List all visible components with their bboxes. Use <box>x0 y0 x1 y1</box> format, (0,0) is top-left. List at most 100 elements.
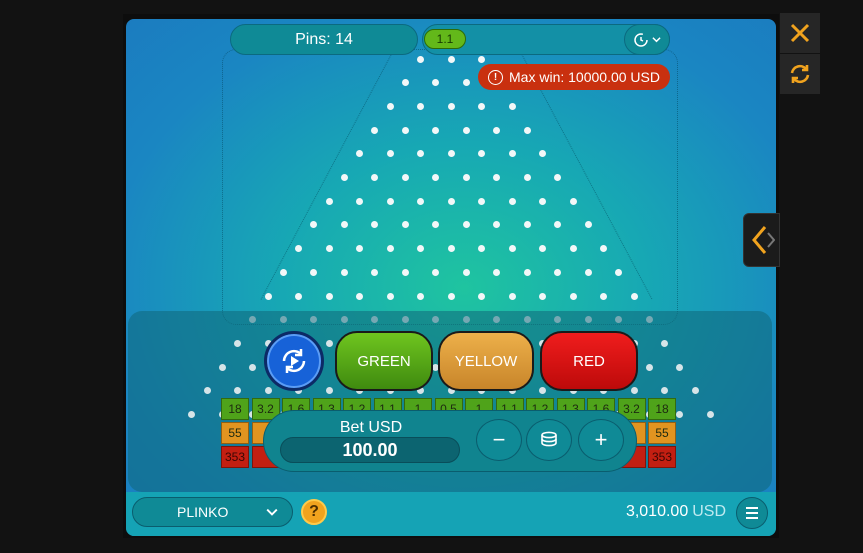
bet-amount[interactable]: 100.00 <box>280 437 460 463</box>
pin <box>325 245 333 253</box>
board-outline <box>222 49 678 325</box>
pin <box>432 126 440 134</box>
close-icon <box>790 23 810 43</box>
pin <box>386 102 394 110</box>
bet-coins-button[interactable] <box>526 419 572 461</box>
pin <box>340 268 348 276</box>
pin <box>539 197 546 205</box>
pin <box>371 268 379 276</box>
pins-selector[interactable]: Pins: 14 <box>230 24 418 55</box>
pin <box>401 268 409 276</box>
autoplay-icon <box>282 349 306 373</box>
pin <box>539 292 546 300</box>
pin <box>417 292 424 300</box>
bet-decrease-button[interactable]: − <box>476 419 522 461</box>
close-button[interactable] <box>780 13 820 53</box>
red-button[interactable]: RED <box>540 331 638 391</box>
pin <box>325 292 333 300</box>
pin <box>203 387 211 395</box>
pin <box>401 174 409 181</box>
pin <box>386 197 394 205</box>
pin <box>417 197 424 205</box>
pin <box>371 126 379 134</box>
game-selector[interactable]: PLINKO <box>132 497 293 527</box>
chevron-down-icon <box>266 508 278 516</box>
pin <box>523 268 531 276</box>
yellow-button[interactable]: YELLOW <box>438 331 534 391</box>
pin <box>478 102 485 110</box>
pin <box>462 268 470 276</box>
multiplier-red: 353 <box>648 446 676 468</box>
pin <box>356 197 363 205</box>
pin <box>218 363 226 371</box>
pin <box>554 268 562 276</box>
history-icon <box>634 32 648 47</box>
pin <box>340 174 348 181</box>
pin <box>508 150 516 158</box>
bet-increase-button[interactable]: + <box>578 419 624 461</box>
multiplier-orange: 55 <box>221 422 249 444</box>
game-name: PLINKO <box>177 504 229 520</box>
pin <box>447 197 455 205</box>
chevron-down-icon <box>652 37 661 43</box>
pin <box>386 292 394 300</box>
pin <box>478 55 485 63</box>
pin <box>264 387 272 395</box>
green-button[interactable]: GREEN <box>335 331 433 391</box>
help-button[interactable]: ? <box>301 499 327 525</box>
side-panel-toggle[interactable] <box>743 213 780 267</box>
pin <box>630 292 638 300</box>
pin <box>462 174 470 181</box>
multiplier-red: 353 <box>221 446 249 468</box>
pin <box>523 174 531 181</box>
pin <box>386 150 394 158</box>
pin <box>279 268 287 276</box>
pin <box>417 55 424 63</box>
warning-icon: ! <box>488 69 504 85</box>
pin <box>584 268 592 276</box>
pin <box>386 245 394 253</box>
pin <box>493 268 501 276</box>
pin <box>630 387 638 395</box>
pin <box>615 268 623 276</box>
pin <box>508 102 516 110</box>
pin <box>447 292 455 300</box>
multiplier-green: 18 <box>221 398 249 420</box>
plinko-game: Pins: 14 1.1 ! Max win: 10000.00 USD 18 3… <box>126 19 776 536</box>
pin <box>569 245 577 253</box>
pin <box>234 339 241 347</box>
pin <box>508 245 516 253</box>
pin <box>447 55 455 63</box>
pin <box>462 126 470 134</box>
pin <box>493 126 501 134</box>
risk-value[interactable]: 1.1 <box>424 29 466 49</box>
multiplier-green: 18 <box>648 398 676 420</box>
chevron-left-icon <box>751 226 775 254</box>
pin <box>478 197 485 205</box>
balance-amount: 3,010.00 <box>625 503 689 520</box>
pin <box>676 363 684 371</box>
pin <box>447 245 455 253</box>
pin <box>478 292 485 300</box>
pin <box>264 292 272 300</box>
bet-label: Bet USD <box>339 419 403 436</box>
pin <box>600 292 607 300</box>
pin <box>325 387 333 395</box>
pin <box>462 79 470 87</box>
pin <box>523 126 531 134</box>
pin <box>417 102 424 110</box>
balance: 3,010.00 USD <box>626 503 726 521</box>
pin <box>325 197 333 205</box>
history-button[interactable] <box>624 24 670 55</box>
pin <box>447 102 455 110</box>
reload-button[interactable] <box>780 54 820 94</box>
pin <box>661 339 668 347</box>
pin <box>569 292 577 300</box>
pin <box>691 387 699 395</box>
pins-label: Pins: 14 <box>295 30 353 48</box>
screen: Pins: 14 1.1 ! Max win: 10000.00 USD 18 3… <box>0 0 863 553</box>
autoplay-button[interactable] <box>264 331 324 391</box>
pin <box>401 79 409 87</box>
menu-icon <box>746 507 758 509</box>
menu-button[interactable] <box>736 497 768 529</box>
